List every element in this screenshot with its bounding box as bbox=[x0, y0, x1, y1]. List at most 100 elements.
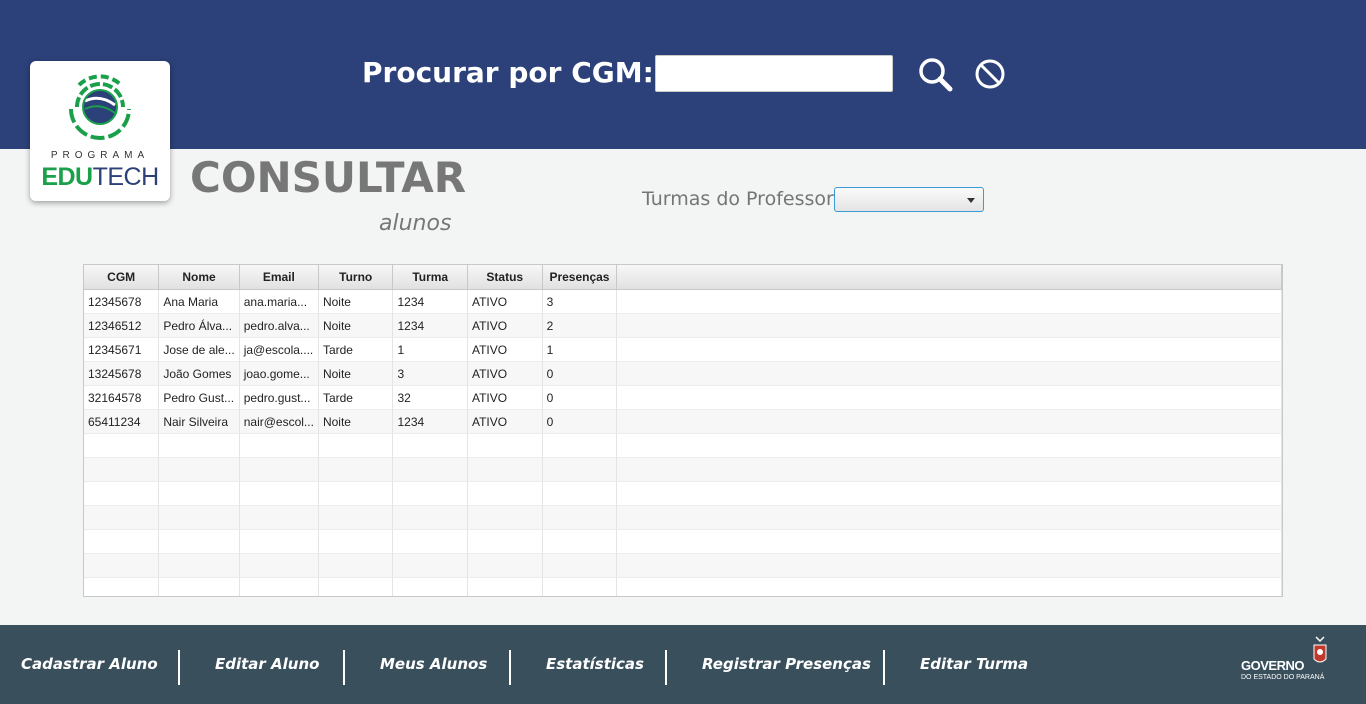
table-row[interactable] bbox=[84, 433, 1282, 458]
table-cell: ATIVO bbox=[467, 313, 543, 338]
table-cell-filler bbox=[616, 289, 1282, 314]
table-cell bbox=[158, 553, 240, 578]
top-header: Procurar por CGM: bbox=[0, 0, 1366, 149]
table-cell: Nair Silveira bbox=[158, 409, 240, 434]
table-cell bbox=[158, 457, 240, 482]
table-cell-filler bbox=[616, 553, 1282, 578]
nav-separator bbox=[665, 650, 667, 685]
nav-meus-alunos[interactable]: Meus Alunos bbox=[380, 655, 487, 673]
table-cell bbox=[542, 505, 618, 530]
table-cell-filler bbox=[616, 433, 1282, 458]
table-cell: 1234 bbox=[392, 409, 468, 434]
table-cell: Jose de ale... bbox=[158, 337, 240, 362]
table-cell: 12346512 bbox=[84, 313, 160, 338]
nav-editar-turma[interactable]: Editar Turma bbox=[920, 655, 1028, 673]
table-cell-filler bbox=[616, 505, 1282, 530]
table-cell bbox=[542, 481, 618, 506]
table-cell bbox=[239, 577, 319, 596]
chevron-down-icon bbox=[967, 198, 975, 203]
clear-search-button[interactable] bbox=[972, 56, 1010, 94]
table-row[interactable]: 12346512 Pedro Álva... pedro.alva... Noite 1… bbox=[84, 313, 1282, 338]
table-cell bbox=[239, 457, 319, 482]
table-cell: ATIVO bbox=[467, 385, 543, 410]
table-cell bbox=[318, 433, 394, 458]
table-row[interactable] bbox=[84, 481, 1282, 506]
logo-edutech-text: EDUTECH bbox=[30, 163, 170, 191]
table-cell: Tarde bbox=[318, 337, 394, 362]
column-header-turma[interactable]: Turma bbox=[392, 265, 468, 290]
table-cell: pedro.gust... bbox=[239, 385, 319, 410]
search-button[interactable] bbox=[915, 55, 955, 95]
table-cell bbox=[239, 433, 319, 458]
table-cell: ja@escola.... bbox=[239, 337, 319, 362]
table-cell bbox=[318, 505, 394, 530]
logo-edu-text: EDU bbox=[41, 163, 93, 191]
table-row[interactable]: 13245678 João Gomes joao.gome... Noite 3 ATIV… bbox=[84, 361, 1282, 386]
table-row[interactable] bbox=[84, 529, 1282, 554]
table-cell bbox=[158, 481, 240, 506]
table-cell bbox=[84, 577, 160, 596]
column-header-email[interactable]: Email bbox=[239, 265, 319, 290]
table-cell bbox=[392, 553, 468, 578]
table-cell: ATIVO bbox=[467, 361, 543, 386]
table-cell-filler bbox=[616, 457, 1282, 482]
table-cell bbox=[542, 457, 618, 482]
table-cell bbox=[318, 577, 394, 596]
students-table[interactable]: CGM Nome Email Turno Turma Status Presen… bbox=[83, 264, 1283, 597]
table-cell: Noite bbox=[318, 361, 394, 386]
table-cell-filler bbox=[616, 337, 1282, 362]
nav-separator bbox=[178, 650, 180, 685]
table-cell: Ana Maria bbox=[158, 289, 240, 314]
column-header-turno[interactable]: Turno bbox=[318, 265, 394, 290]
table-cell: 1234 bbox=[392, 313, 468, 338]
table-cell-filler bbox=[616, 385, 1282, 410]
table-cell bbox=[239, 481, 319, 506]
table-row[interactable] bbox=[84, 577, 1282, 596]
table-cell: Pedro Álva... bbox=[158, 313, 240, 338]
table-cell: 0 bbox=[542, 361, 618, 386]
nav-registrar-presencas[interactable]: Registrar Presenças bbox=[702, 655, 871, 673]
table-cell bbox=[84, 433, 160, 458]
column-header-cgm[interactable]: CGM bbox=[84, 265, 160, 290]
table-row[interactable] bbox=[84, 505, 1282, 530]
table-cell: 2 bbox=[542, 313, 618, 338]
table-row[interactable] bbox=[84, 457, 1282, 482]
search-icon bbox=[919, 58, 953, 92]
table-cell: 32 bbox=[392, 385, 468, 410]
column-header-nome[interactable]: Nome bbox=[158, 265, 240, 290]
table-cell bbox=[542, 553, 618, 578]
table-cell: nair@escol... bbox=[239, 409, 319, 434]
cancel-icon bbox=[975, 59, 1005, 89]
table-row[interactable]: 32164578 Pedro Gust... pedro.gust... Tarde 3… bbox=[84, 385, 1282, 410]
table-row[interactable]: 65411234 Nair Silveira nair@escol... Noite 1… bbox=[84, 409, 1282, 434]
globe-logo-icon bbox=[69, 74, 131, 140]
table-cell-filler bbox=[616, 577, 1282, 596]
logo-programa-text: PROGRAMA bbox=[50, 150, 150, 161]
table-cell: pedro.alva... bbox=[239, 313, 319, 338]
table-row[interactable] bbox=[84, 553, 1282, 578]
table-row[interactable]: 12345678 Ana Maria ana.maria... Noite 1234 AT… bbox=[84, 289, 1282, 314]
table-cell bbox=[158, 529, 240, 554]
table-cell: Noite bbox=[318, 313, 394, 338]
table-cell bbox=[467, 553, 543, 578]
table-row[interactable]: 12345671 Jose de ale... ja@escola.... Tarde… bbox=[84, 337, 1282, 362]
table-cell: 13245678 bbox=[84, 361, 160, 386]
turmas-label: Turmas do Professor: bbox=[642, 188, 840, 210]
nav-separator bbox=[343, 650, 345, 685]
column-header-presencas[interactable]: Presenças bbox=[542, 265, 618, 290]
table-cell bbox=[392, 433, 468, 458]
turmas-dropdown[interactable] bbox=[834, 187, 984, 212]
nav-separator bbox=[509, 650, 511, 685]
footer-nav-bar: Cadastrar Aluno Editar Aluno Meus Alunos… bbox=[0, 625, 1366, 704]
estado-parana-text: DO ESTADO DO PARANÁ bbox=[1241, 674, 1325, 681]
table-cell bbox=[158, 433, 240, 458]
nav-editar-aluno[interactable]: Editar Aluno bbox=[215, 655, 319, 673]
column-header-status[interactable]: Status bbox=[467, 265, 543, 290]
nav-cadastrar-aluno[interactable]: Cadastrar Aluno bbox=[21, 655, 158, 673]
table-cell: Noite bbox=[318, 409, 394, 434]
nav-estatisticas[interactable]: Estatísticas bbox=[546, 655, 644, 673]
table-cell bbox=[467, 433, 543, 458]
column-header-filler bbox=[616, 265, 1282, 290]
table-cell: 12345678 bbox=[84, 289, 160, 314]
cgm-search-input[interactable] bbox=[655, 55, 893, 92]
